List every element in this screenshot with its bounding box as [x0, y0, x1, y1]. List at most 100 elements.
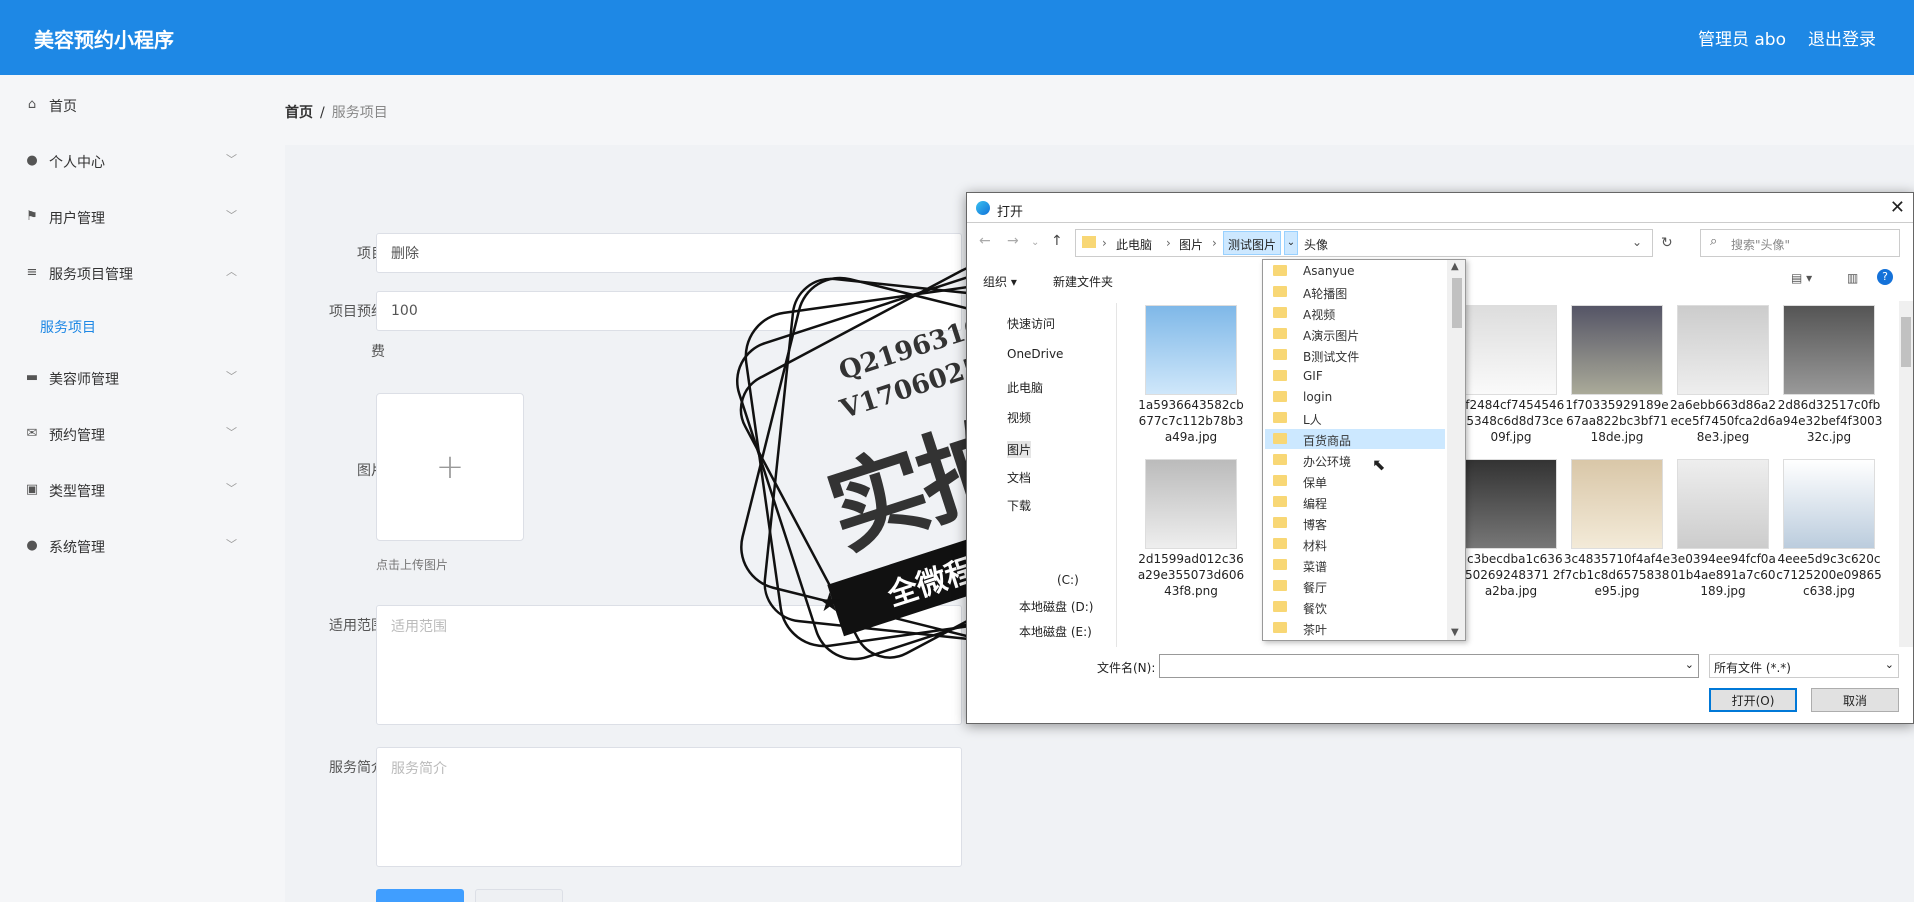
browser-icon	[976, 201, 990, 215]
intro-label: 服务简介	[329, 760, 385, 776]
chevron-down-icon[interactable]: ⌄	[1632, 235, 1642, 249]
scrollbar-thumb[interactable]	[1901, 317, 1911, 367]
dropdown-item-highlighted[interactable]: 百货商品	[1265, 429, 1445, 449]
folder-icon	[1273, 349, 1287, 360]
chevron-down-icon[interactable]: ⌄	[1284, 231, 1298, 255]
sidebar-item-system-management[interactable]: ● 系统管理 ﹀	[0, 526, 255, 566]
preview-pane-icon[interactable]: ▥	[1847, 271, 1858, 285]
filename-input[interactable]: ⌄	[1159, 654, 1699, 678]
address-bar[interactable]: › 此电脑 › 图片 › 测试图片 ⌄ 头像 ⌄	[1075, 229, 1653, 257]
back-icon[interactable]: ←	[979, 233, 991, 249]
dropdown-scrollbar[interactable]: ▲ ▼	[1447, 260, 1465, 640]
file-thumbnail[interactable]: 2a6ebb663d86a2ece5f7450fca2d68e3.jpeg	[1669, 305, 1777, 445]
sidebar-item-type-management[interactable]: ▣ 类型管理 ﹀	[0, 470, 255, 510]
sidebar-item-label: 类型管理	[49, 484, 105, 500]
file-thumbnail[interactable]: 1f2484cf745454635348c6d8d73ce09f.jpg	[1457, 305, 1565, 445]
nav-item[interactable]: 图片	[1007, 441, 1032, 458]
image-preview	[1783, 305, 1875, 395]
folder-icon	[1273, 412, 1287, 423]
dropdown-item[interactable]: 餐饮	[1265, 597, 1445, 617]
search-input[interactable]: 搜索"头像"	[1700, 229, 1900, 257]
intro-textarea[interactable]: 服务简介	[376, 747, 962, 867]
chevron-up-icon[interactable]: ▲	[1451, 261, 1459, 272]
folder-icon	[1273, 433, 1287, 444]
breadcrumb-home[interactable]: 首页	[285, 105, 313, 121]
dropdown-item[interactable]: A演示图片	[1265, 324, 1445, 344]
scrollbar-thumb[interactable]	[1452, 278, 1462, 328]
sidebar-item-service-items[interactable]: 服务项目	[0, 306, 255, 346]
sidebar-item-beautician-management[interactable]: ▬ 美容师管理 ﹀	[0, 358, 255, 398]
chevron-down-icon[interactable]: ▼	[1451, 627, 1459, 638]
image-preview	[1677, 305, 1769, 395]
submit-button[interactable]: 提交	[376, 889, 464, 902]
dropdown-item[interactable]: 编程	[1265, 492, 1445, 512]
file-thumbnail[interactable]: 1a5936643582cb677c7c112b78b3a49a.jpg	[1137, 305, 1245, 445]
nav-item[interactable]: 本地磁盘 (E:)	[1019, 623, 1092, 640]
nav-item[interactable]: 快速访问	[1007, 315, 1055, 332]
chevron-down-icon: ﹀	[226, 538, 237, 551]
path-segment[interactable]: 此电脑	[1116, 236, 1152, 253]
filetype-value: 所有文件 (*.*)	[1714, 661, 1791, 675]
file-thumbnail[interactable]: 2d86d32517c0fba94e32bef4f300332c.jpg	[1775, 305, 1883, 445]
sidebar-item-home[interactable]: ⌂ 首页	[0, 85, 255, 125]
nav-item[interactable]: (C:)	[1057, 573, 1079, 587]
file-thumbnail[interactable]: 3c3becdba1c636950269248371 2fa2ba.jpg	[1457, 459, 1565, 599]
dropdown-item[interactable]: 餐厅	[1265, 576, 1445, 596]
folder-icon	[1273, 496, 1287, 507]
dropdown-item[interactable]: 保单	[1265, 471, 1445, 491]
dropdown-item[interactable]: 材料	[1265, 534, 1445, 554]
path-segment[interactable]: 头像	[1304, 236, 1328, 253]
filetype-select[interactable]: 所有文件 (*.*) ⌄	[1709, 654, 1899, 678]
close-icon[interactable]: ✕	[1890, 197, 1905, 218]
nav-item[interactable]: OneDrive	[1007, 347, 1063, 361]
sidebar-item-service-management[interactable]: ≡ 服务项目管理 ︿	[0, 253, 255, 293]
file-grid: 1a5936643582cb677c7c112b78b3a49a.jpg 1f2…	[1137, 305, 1897, 645]
nav-item[interactable]: 下载	[1007, 497, 1031, 514]
sidebar-item-personal-center[interactable]: ● 个人中心 ﹀	[0, 141, 255, 181]
dropdown-item[interactable]: 博客	[1265, 513, 1445, 533]
dropdown-item[interactable]: L人	[1265, 408, 1445, 428]
sidebar-item-user-management[interactable]: ⚑ 用户管理 ﹀	[0, 197, 255, 237]
logout-link[interactable]: 退出登录	[1808, 25, 1876, 50]
dropdown-item[interactable]: A视频	[1265, 303, 1445, 323]
dialog-cancel-button[interactable]: 取消	[1811, 688, 1899, 712]
nav-item[interactable]: 此电脑	[1007, 379, 1043, 396]
dropdown-item[interactable]: GIF	[1265, 366, 1445, 386]
image-upload-button[interactable]: +	[376, 393, 524, 541]
organize-button[interactable]: 组织 ▾	[983, 273, 1017, 290]
forward-icon[interactable]: →	[1007, 233, 1019, 249]
path-segment[interactable]: 图片	[1179, 236, 1203, 253]
chevron-right-icon: ›	[1166, 236, 1171, 250]
view-options-icon[interactable]: ▤ ▾	[1791, 271, 1812, 285]
file-thumbnail[interactable]: 3e0394ee94fcf0a01b4ae891a7c60189.jpg	[1669, 459, 1777, 599]
nav-item[interactable]: 文档	[1007, 469, 1031, 486]
file-thumbnail[interactable]: 3c4835710f4af4e7cb1c8d6575838e95.jpg	[1563, 459, 1671, 599]
dropdown-item[interactable]: 办公环境	[1265, 450, 1445, 470]
new-folder-button[interactable]: 新建文件夹	[1053, 273, 1113, 290]
sidebar-item-booking-management[interactable]: ✉ 预约管理 ﹀	[0, 414, 255, 454]
briefcase-icon: ▣	[25, 482, 39, 497]
dropdown-item[interactable]: 菜谱	[1265, 555, 1445, 575]
nav-item[interactable]: 本地磁盘 (D:)	[1019, 598, 1093, 615]
file-thumbnail[interactable]: 1f70335929189e67aa822bc3bf7118de.jpg	[1563, 305, 1671, 445]
filename-label: 文件名(N):	[1097, 661, 1156, 675]
file-thumbnail[interactable]: 4eee5d9c3c620cc7125200e09865c638.jpg	[1775, 459, 1883, 599]
help-icon[interactable]: ?	[1877, 269, 1893, 285]
folder-icon	[1273, 517, 1287, 528]
dropdown-item-label: 餐厅	[1303, 581, 1328, 595]
refresh-icon[interactable]: ↻	[1661, 235, 1673, 251]
open-button[interactable]: 打开(O)	[1709, 688, 1797, 712]
chevron-down-icon[interactable]: ⌄	[1031, 237, 1039, 248]
file-thumbnail[interactable]: 2d1599ad012c36a29e355073d60643f8.png	[1137, 459, 1245, 599]
folder-icon	[1273, 286, 1287, 297]
dropdown-item[interactable]: Asanyue	[1265, 261, 1445, 281]
dropdown-item[interactable]: B测试文件	[1265, 345, 1445, 365]
up-icon[interactable]: ↑	[1051, 233, 1063, 249]
vertical-scrollbar[interactable]	[1899, 301, 1913, 647]
cancel-button[interactable]: 取消	[475, 889, 563, 902]
dropdown-item[interactable]: login	[1265, 387, 1445, 407]
dropdown-item[interactable]: 茶叶	[1265, 618, 1445, 638]
nav-item[interactable]: 视频	[1007, 409, 1031, 426]
dropdown-item[interactable]: A轮播图	[1265, 282, 1445, 302]
path-segment[interactable]: 测试图片	[1223, 231, 1282, 255]
